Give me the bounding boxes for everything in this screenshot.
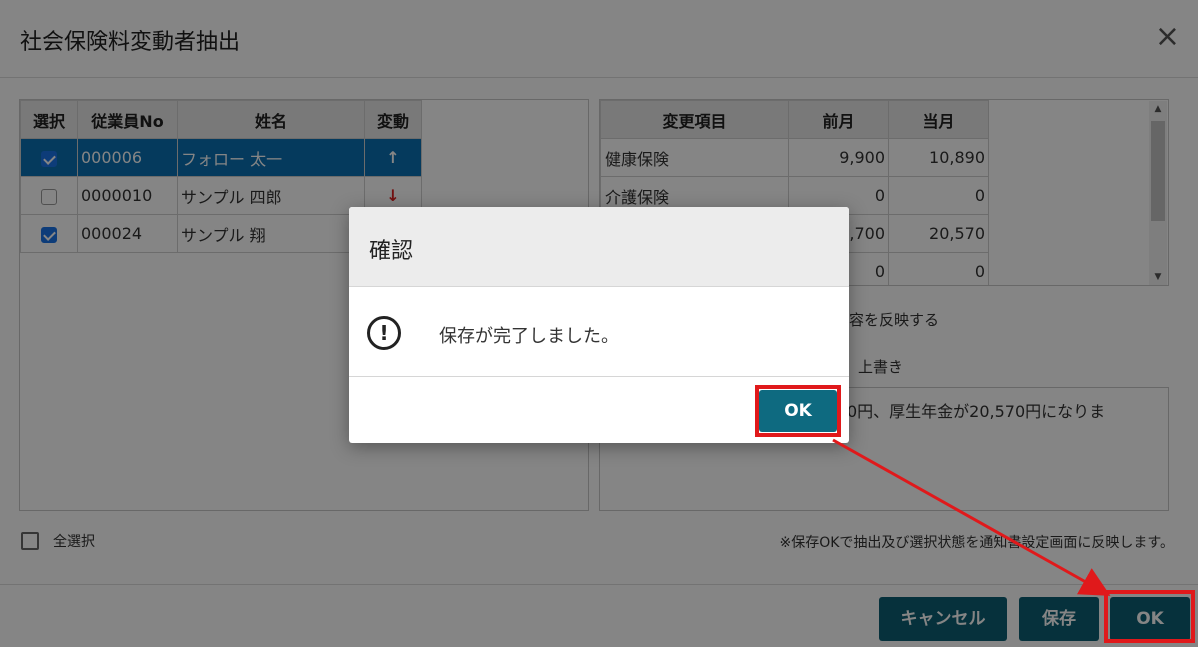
annotation-arrow-icon — [832, 438, 1111, 596]
